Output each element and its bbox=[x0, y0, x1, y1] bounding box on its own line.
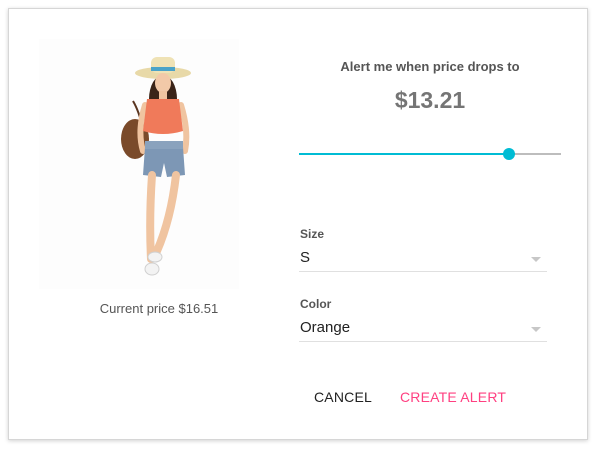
create-alert-button[interactable]: CREATE ALERT bbox=[392, 385, 514, 409]
cancel-button[interactable]: CANCEL bbox=[306, 385, 380, 409]
size-label: Size bbox=[300, 227, 325, 241]
slider-fill bbox=[299, 153, 509, 155]
size-value: S bbox=[300, 249, 311, 266]
chevron-down-icon[interactable] bbox=[531, 327, 541, 332]
color-label: Color bbox=[300, 297, 332, 311]
chevron-down-icon[interactable] bbox=[531, 257, 541, 262]
price-alert-dialog: Current price $16.51 Alert me when price… bbox=[8, 8, 588, 440]
alert-heading: Alert me when price drops to bbox=[340, 59, 520, 74]
alert-target-price: $13.21 bbox=[394, 87, 466, 113]
price-slider[interactable] bbox=[299, 145, 561, 163]
size-select[interactable]: S bbox=[299, 245, 547, 272]
color-field: Color Orange bbox=[299, 297, 547, 342]
slider-thumb[interactable] bbox=[502, 148, 515, 160]
product-photo-illustration bbox=[121, 57, 191, 276]
size-field: Size S bbox=[299, 227, 547, 272]
color-value: Orange bbox=[300, 319, 351, 336]
color-select[interactable]: Orange bbox=[299, 315, 547, 342]
current-price: Current price $16.51 bbox=[99, 301, 219, 316]
product-image bbox=[39, 39, 239, 289]
